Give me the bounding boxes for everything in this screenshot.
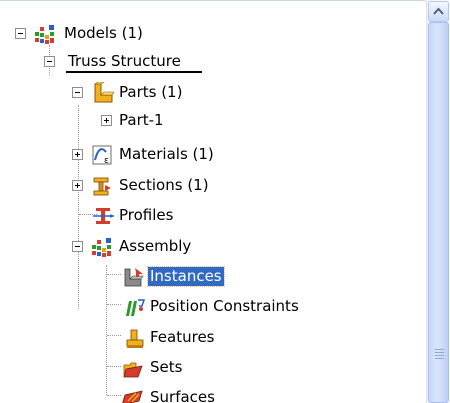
materials-icon: ε [91, 144, 113, 166]
expand-toggle[interactable] [101, 115, 112, 126]
model-tree: Models (1) Truss Structure Parts (1) Par… [0, 0, 425, 403]
tree-line [78, 105, 79, 309]
collapse-toggle[interactable] [72, 87, 83, 98]
tree-label-position-constraints: Position Constraints [150, 297, 299, 315]
chevron-up-icon [433, 7, 444, 15]
tree-line [107, 366, 121, 367]
tree-label-features: Features [150, 328, 215, 346]
vertical-scrollbar[interactable] [426, 0, 450, 403]
expand-toggle[interactable] [72, 149, 83, 160]
expand-toggle[interactable] [72, 180, 83, 191]
collapse-toggle[interactable] [44, 56, 55, 67]
assembly-icon [91, 236, 113, 258]
tree-line [107, 395, 121, 396]
grip-line [435, 352, 444, 353]
tree-label-profiles: Profiles [119, 206, 174, 224]
tree-label-part-1: Part-1 [119, 111, 164, 129]
tree-line [107, 304, 121, 305]
tree-line [106, 265, 107, 395]
position-constraints-icon [124, 296, 146, 318]
profiles-icon [93, 205, 115, 227]
tree-label-surfaces: Surfaces [150, 388, 215, 403]
tree-line [107, 335, 121, 336]
grip-line [435, 358, 444, 359]
tree-label-sets: Sets [150, 358, 183, 376]
tree-label-instances: Instances [147, 266, 225, 287]
parts-icon [92, 81, 115, 104]
tree-label-materials: Materials (1) [119, 145, 214, 163]
collapse-toggle[interactable] [72, 241, 83, 252]
svg-text:ε: ε [104, 156, 109, 166]
grip-line [435, 349, 444, 350]
tree-label-models: Models (1) [64, 24, 143, 42]
tree-line [107, 274, 121, 275]
instances-icon [123, 266, 145, 288]
scroll-up-button[interactable] [428, 1, 449, 22]
surfaces-icon [122, 387, 144, 403]
sections-icon [91, 175, 113, 197]
active-model-underline [66, 71, 202, 73]
tree-label-truss-structure: Truss Structure [68, 52, 181, 70]
collapse-toggle[interactable] [15, 28, 26, 39]
features-icon [124, 327, 146, 349]
grip-line [435, 355, 444, 356]
tree-label-assembly: Assembly [119, 237, 192, 255]
sets-icon [122, 357, 144, 379]
tree-label-parts: Parts (1) [119, 83, 183, 101]
tree-label-sections: Sections (1) [119, 176, 209, 194]
scroll-thumb[interactable] [428, 22, 449, 403]
models-tree-icon [34, 23, 56, 45]
